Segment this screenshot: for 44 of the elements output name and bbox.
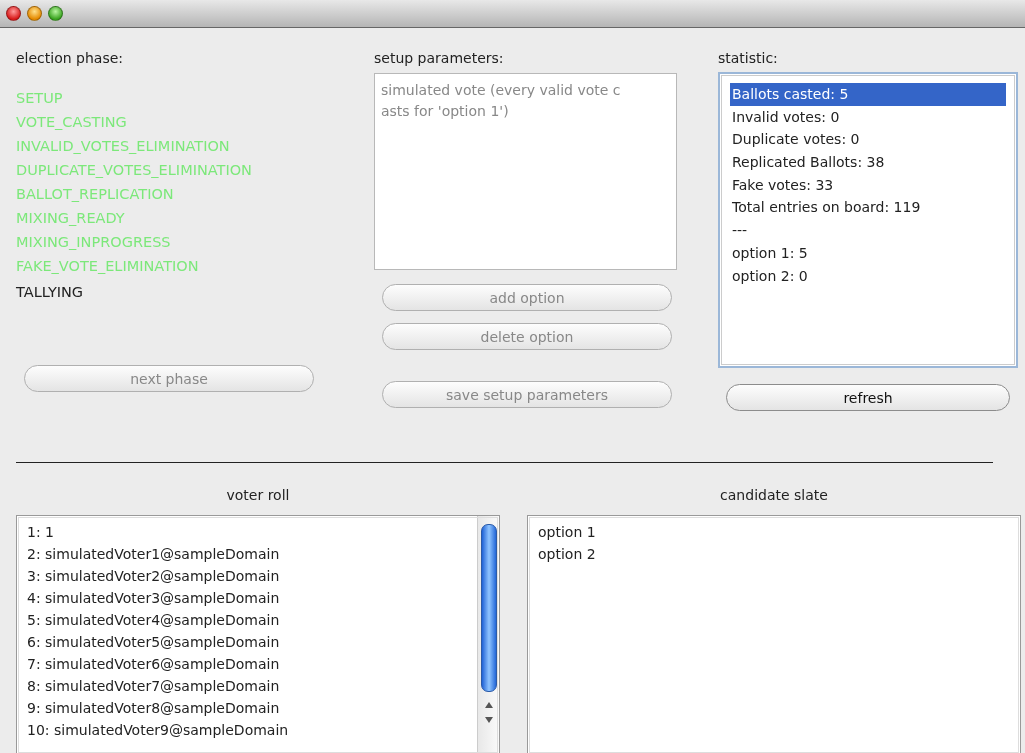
voter-entry[interactable]: 4: simulatedVoter3@sampleDomain bbox=[27, 587, 467, 609]
panel-heading: voter roll bbox=[225, 487, 291, 505]
voter-entry[interactable]: 9: simulatedVoter8@sampleDomain bbox=[27, 697, 467, 719]
statistic-item[interactable]: Ballots casted: 5 bbox=[730, 83, 1006, 106]
phase-label: MIXING_INPROGRESS bbox=[16, 233, 172, 252]
statistic-item[interactable]: option 2: 0 bbox=[730, 264, 1006, 288]
panel-heading: candidate slate bbox=[719, 487, 829, 505]
setup-text-area[interactable]: simulated vote (every valid vote c asts for 'option 1') bbox=[374, 73, 677, 270]
statistic-item[interactable]: Replicated Ballots: 38 bbox=[730, 151, 1006, 174]
voter-entry[interactable]: 8: simulatedVoter7@sampleDomain bbox=[27, 675, 467, 697]
statistic-item[interactable]: Duplicate votes: 0 bbox=[730, 128, 1006, 152]
scrollbar-thumb[interactable] bbox=[480, 524, 497, 692]
scroll-down-icon[interactable] bbox=[484, 717, 493, 723]
candidate-entry[interactable]: option 1 bbox=[538, 521, 1010, 543]
voter-entry[interactable]: 7: simulatedVoter6@sampleDomain bbox=[27, 653, 467, 675]
statistic-item[interactable]: Total entries on board: 119 bbox=[730, 196, 1006, 220]
voter-entry[interactable]: 5: simulatedVoter4@sampleDomain bbox=[27, 609, 467, 631]
phase-label: DUPLICATE_VOTES_ELIMINATION bbox=[16, 161, 253, 180]
scrollbar[interactable] bbox=[477, 516, 499, 753]
phase-label: TALLYING bbox=[16, 283, 85, 302]
scroll-up-icon[interactable] bbox=[484, 702, 493, 708]
statistic-item[interactable]: Fake votes: 33 bbox=[730, 173, 1006, 197]
close-icon[interactable] bbox=[6, 6, 21, 21]
phase-label: INVALID_VOTES_ELIMINATION bbox=[16, 137, 231, 156]
candidate-entry[interactable]: option 2 bbox=[538, 543, 1010, 565]
minimize-icon[interactable] bbox=[27, 6, 42, 21]
statistic-item[interactable]: --- bbox=[730, 219, 1006, 242]
voter-entry[interactable]: 10: simulatedVoter9@sampleDomain bbox=[27, 719, 467, 741]
panel-heading: election phase: bbox=[16, 50, 125, 68]
phase-label: FAKE_VOTE_ELIMINATION bbox=[16, 257, 200, 276]
refresh-button[interactable]: refresh bbox=[726, 384, 1010, 411]
statistic-item[interactable]: option 1: 5 bbox=[730, 241, 1006, 265]
voter-entry[interactable]: 1: 1 bbox=[27, 521, 467, 543]
phase-label: MIXING_READY bbox=[16, 209, 126, 228]
panel-heading: statistic: bbox=[718, 50, 779, 68]
voter-entry[interactable]: 6: simulatedVoter5@sampleDomain bbox=[27, 631, 467, 653]
panel-heading: setup parameters: bbox=[374, 50, 505, 68]
voter-entry[interactable]: 2: simulatedVoter1@sampleDomain bbox=[27, 543, 467, 565]
voter-entry[interactable]: 3: simulatedVoter2@sampleDomain bbox=[27, 565, 467, 587]
phase-label: SETUP bbox=[16, 89, 64, 108]
statistic-item[interactable]: Invalid votes: 0 bbox=[730, 105, 1006, 129]
phase-label: BALLOT_REPLICATION bbox=[16, 185, 175, 204]
phase-label: VOTE_CASTING bbox=[16, 113, 128, 132]
zoom-icon[interactable] bbox=[48, 6, 63, 21]
